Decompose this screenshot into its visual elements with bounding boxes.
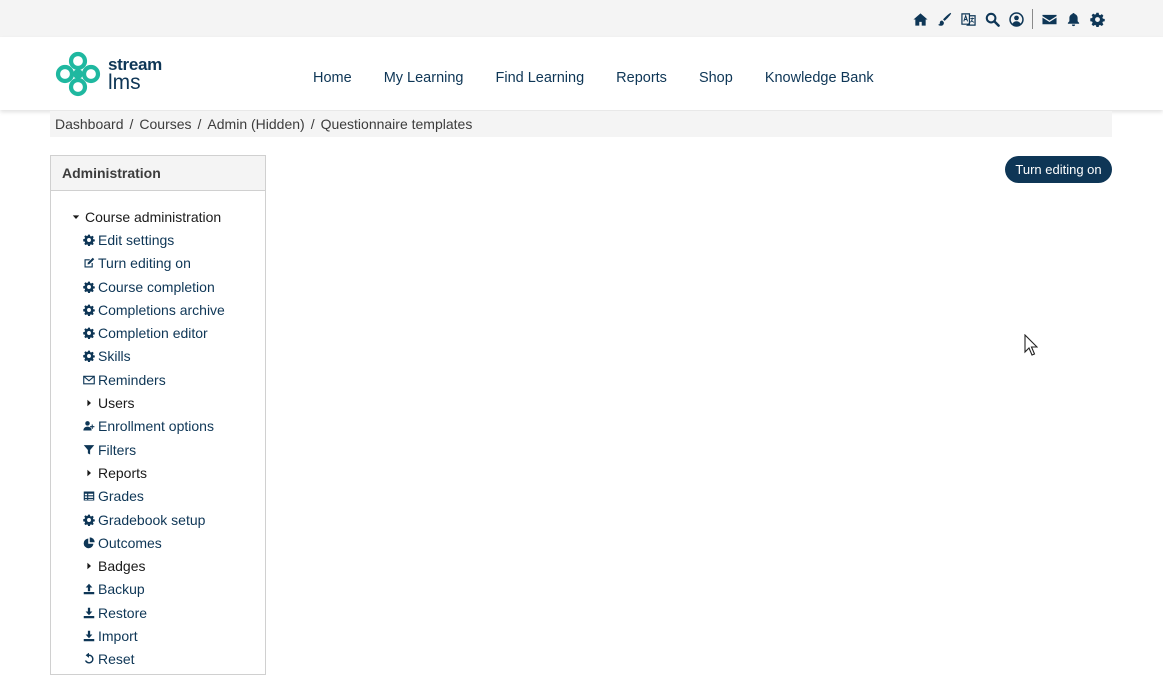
gear-icon (80, 233, 97, 247)
tree-item-label: Backup (98, 581, 145, 598)
primary-nav: Home My Learning Find Learning Reports S… (297, 70, 890, 86)
nav-home[interactable]: Home (297, 70, 368, 86)
tree-item-label: Completions archive (98, 301, 225, 318)
breadcrumb-admin-hidden[interactable]: Admin (Hidden) (207, 116, 304, 132)
gear-icon (80, 303, 97, 317)
tree-course-completion[interactable]: Course completion (51, 275, 265, 298)
search-icon[interactable] (980, 9, 1004, 29)
breadcrumb: Dashboard / Courses / Admin (Hidden) / Q… (50, 111, 1112, 137)
nav-find-learning[interactable]: Find Learning (479, 70, 600, 86)
tree-users[interactable]: Users (51, 391, 265, 414)
paintbrush-icon[interactable] (932, 9, 956, 29)
tree-import[interactable]: Import (51, 624, 265, 647)
edit-icon (80, 256, 97, 270)
caret-down-icon (67, 210, 84, 224)
top-icon-group (908, 9, 1109, 29)
turn-editing-on-button[interactable]: Turn editing on (1005, 156, 1112, 183)
tree-edit-settings[interactable]: Edit settings (51, 228, 265, 251)
tree-item-label: Users (98, 395, 135, 412)
tree-item-label: Enrollment options (98, 418, 214, 435)
tree-badges[interactable]: Badges (51, 554, 265, 577)
tree-item-label: Restore (98, 604, 148, 621)
mouse-pointer-icon (1024, 334, 1038, 356)
tree-reset[interactable]: Reset (51, 648, 265, 671)
tree-item-label: Gradebook setup (98, 511, 206, 528)
tree-item-label: Reset (98, 651, 135, 668)
breadcrumb-courses[interactable]: Courses (139, 116, 191, 132)
caret-right-icon (80, 466, 97, 480)
icon-separator (1032, 9, 1033, 29)
tree-item-label: Course completion (98, 278, 215, 295)
breadcrumb-separator: / (310, 116, 315, 132)
nav-my-learning[interactable]: My Learning (368, 70, 480, 86)
nav-shop[interactable]: Shop (683, 70, 749, 86)
user-circle-icon[interactable] (1004, 9, 1028, 29)
upload-icon (80, 582, 97, 596)
tree-item-label: Completion editor (98, 325, 208, 342)
main-header: stream lms Home My Learning Find Learnin… (0, 37, 1163, 110)
bell-icon[interactable] (1061, 9, 1085, 29)
tree-item-label: Reminders (98, 371, 166, 388)
nav-knowledge-bank[interactable]: Knowledge Bank (749, 70, 890, 86)
gear-icon (80, 513, 97, 527)
tree-outcomes[interactable]: Outcomes (51, 531, 265, 554)
tree-enrollment-options[interactable]: Enrollment options (51, 415, 265, 438)
logo-line-1: stream (108, 54, 162, 74)
caret-right-icon (80, 559, 97, 573)
pie-chart-icon (80, 536, 97, 550)
logo-mark-icon (55, 51, 101, 97)
stream-lms-logo[interactable]: stream lms (54, 50, 162, 98)
tree-item-label: Turn editing on (98, 255, 191, 272)
tree-item-label: Edit settings (98, 231, 175, 248)
tree-turn-editing-on[interactable]: Turn editing on (51, 252, 265, 275)
tree-item-label: Filters (98, 441, 137, 458)
breadcrumb-separator: / (129, 116, 134, 132)
gear-icon (80, 280, 97, 294)
caret-right-icon (80, 396, 97, 410)
logo-wordmark: stream lms (108, 56, 162, 93)
logo-line-2: lms (108, 70, 141, 94)
tree-restore[interactable]: Restore (51, 601, 265, 624)
tree-completion-editor[interactable]: Completion editor (51, 321, 265, 344)
tree-reports[interactable]: Reports (51, 461, 265, 484)
table-icon (80, 489, 97, 503)
gear-icon[interactable] (1085, 9, 1109, 29)
administration-block-title: Administration (51, 156, 265, 191)
envelope-icon[interactable] (1037, 9, 1061, 29)
breadcrumb-separator: / (197, 116, 202, 132)
tree-item-label: Skills (98, 348, 131, 365)
tree-item-label: Course administration (85, 208, 222, 225)
tree-backup[interactable]: Backup (51, 578, 265, 601)
tree-skills[interactable]: Skills (51, 345, 265, 368)
filter-icon (80, 443, 97, 457)
tree-course-administration[interactable]: Course administration (51, 205, 265, 228)
tree-item-label: Outcomes (98, 534, 162, 551)
breadcrumb-current: Questionnaire templates (320, 116, 473, 132)
tree-item-label: Import (98, 627, 138, 644)
tree-item-label: Grades (98, 488, 144, 505)
tree-completions-archive[interactable]: Completions archive (51, 298, 265, 321)
administration-block: Administration Course administration Edi… (50, 155, 266, 675)
tree-item-label: Reports (98, 464, 148, 481)
tree-reminders[interactable]: Reminders (51, 368, 265, 391)
tree-item-label: Badges (98, 558, 146, 575)
gear-icon (80, 326, 97, 340)
undo-icon (80, 652, 97, 666)
envelope-outline-icon (80, 373, 97, 387)
administration-tree: Course administration Edit settings Turn… (51, 191, 265, 671)
breadcrumb-dashboard[interactable]: Dashboard (55, 116, 124, 132)
download-icon (80, 606, 97, 620)
download-icon (80, 629, 97, 643)
home-icon[interactable] (908, 9, 932, 29)
gear-icon (80, 349, 97, 363)
language-icon[interactable] (956, 9, 980, 29)
tree-gradebook-setup[interactable]: Gradebook setup (51, 508, 265, 531)
tree-grades[interactable]: Grades (51, 485, 265, 508)
tree-filters[interactable]: Filters (51, 438, 265, 461)
top-utility-bar (0, 0, 1163, 37)
user-plus-icon (80, 419, 97, 433)
nav-reports[interactable]: Reports (600, 70, 683, 86)
